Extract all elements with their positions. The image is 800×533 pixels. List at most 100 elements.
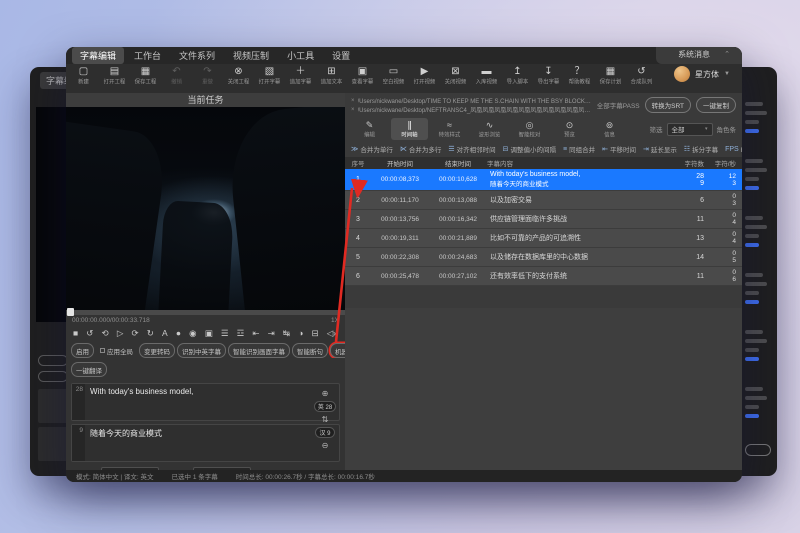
player-control-3[interactable]: ▷ <box>117 326 124 340</box>
pill-识别中英字幕[interactable]: 识别中英字幕 <box>177 343 226 358</box>
operation-调整偏小的间隔[interactable]: ⊟调整偏小的间隔 <box>503 144 556 154</box>
menu-item-文件系列[interactable]: 文件系列 <box>171 47 223 64</box>
pill-变更转码[interactable]: 变更转码 <box>139 343 175 358</box>
operation-对齐相邻时间[interactable]: ☰对齐相邻时间 <box>448 144 495 154</box>
table-row[interactable]: 100:00:08,37300:00:10,628With today's bu… <box>345 169 742 191</box>
toolbar-button-导出字幕[interactable]: ↧导出字幕 <box>533 64 564 86</box>
toolbar-button-入库视频[interactable]: ▬入库视频 <box>471 64 502 86</box>
menu-item-字幕编辑[interactable]: 字幕编辑 <box>72 47 124 64</box>
filter-extra-label[interactable]: 角色条 <box>717 124 737 134</box>
system-message-bar[interactable]: 系统消息 ⌃ <box>656 47 742 64</box>
operation-合并为单行[interactable]: ≫合并为单行 <box>351 144 393 154</box>
menu-item-小工具[interactable]: 小工具 <box>279 47 322 64</box>
toolbar-button-打开视频[interactable]: ▶打开视频 <box>409 64 440 86</box>
line1-text[interactable]: With today's business model, <box>85 384 339 420</box>
background-button <box>745 444 771 456</box>
tab-信息[interactable]: ⊚信息 <box>591 118 628 140</box>
table-row[interactable]: 600:00:25,47800:00:27,102还有效率低下的支付系统1106 <box>345 267 742 286</box>
operation-延长显示[interactable]: ⇥延长显示 <box>643 144 677 154</box>
player-control-10[interactable]: ☰ <box>221 326 229 340</box>
player-control-11[interactable]: ☲ <box>237 326 245 340</box>
playback-speed[interactable]: 1X <box>331 317 339 324</box>
table-row[interactable]: 300:00:13,75600:00:16,342供应链管理面临许多挑战1104 <box>345 210 742 229</box>
toolbar-button-追加字幕[interactable]: ＋追加字幕 <box>285 64 316 86</box>
background-bar <box>745 291 759 295</box>
tab-编辑[interactable]: ✎编辑 <box>351 118 388 140</box>
pill-应用全局[interactable]: 应用全局 <box>96 344 137 357</box>
checkbox-icon[interactable] <box>100 348 105 353</box>
toolbar-button-新建[interactable]: ▢新建 <box>68 64 99 86</box>
swap-lines-icon[interactable]: ⇅ <box>322 415 329 424</box>
collapse-icon[interactable]: ⌃ <box>724 50 730 58</box>
account-menu[interactable]: 星方体 ▼ <box>674 66 730 82</box>
player-control-17[interactable]: ◁» <box>327 326 338 340</box>
pill-机器翻译平台[interactable]: 机器翻译平台 <box>330 343 345 358</box>
toolbar-button-导入脚本[interactable]: ↥导入脚本 <box>502 64 533 86</box>
menu-item-视频压制[interactable]: 视频压制 <box>225 47 277 64</box>
menu-item-工作台[interactable]: 工作台 <box>126 47 169 64</box>
toolbar-icon: ⊠ <box>440 66 471 77</box>
zoom-out-icon[interactable]: ⊖ <box>322 441 329 450</box>
toolbar-button-保存计划[interactable]: ▦保存计划 <box>595 64 626 86</box>
player-control-13[interactable]: ⇥ <box>268 326 275 340</box>
pill-启用[interactable]: 启用 <box>71 343 94 358</box>
seek-handle[interactable] <box>67 308 74 316</box>
tab-label: 编辑 <box>353 130 386 138</box>
player-control-1[interactable]: ↺ <box>86 326 93 340</box>
seek-bar[interactable] <box>66 310 345 315</box>
table-row[interactable]: 400:00:19,31100:00:21,889比如不可靠的产品的可追溯性13… <box>345 229 742 248</box>
player-control-5[interactable]: ↻ <box>147 326 154 340</box>
filter-select[interactable]: 全部 ▾ <box>667 123 713 136</box>
toolbar-button-关闭工程[interactable]: ⊗关闭工程 <box>223 64 254 86</box>
tab-波形浏览[interactable]: ∿波形浏览 <box>471 118 508 140</box>
operation-FPS转换[interactable]: FPSFPS转换 <box>725 144 742 154</box>
player-control-7[interactable]: ● <box>176 326 181 340</box>
player-control-8[interactable]: ◉ <box>189 326 196 340</box>
tab-预览[interactable]: ⊙预览 <box>551 118 588 140</box>
toolbar-label: 重做 <box>194 77 222 85</box>
operation-同组合并[interactable]: ≡同组合并 <box>563 144 595 154</box>
line2-text[interactable]: 随着今天的商业模式 <box>85 425 339 461</box>
copy-all-button[interactable]: 一键复制 <box>696 97 736 113</box>
tab-时间轴[interactable]: ∥时间轴 <box>391 118 428 140</box>
pill-智能断句[interactable]: 智能断句 <box>292 343 328 358</box>
video-preview[interactable] <box>66 107 345 310</box>
toolbar-button-查看字幕[interactable]: ▣查看字幕 <box>347 64 378 86</box>
player-control-14[interactable]: ↹ <box>283 326 290 340</box>
source-line-box[interactable]: 28 With today's business model, <box>71 383 340 421</box>
toolbar-button-追加文本[interactable]: ⊞追加文本 <box>316 64 347 86</box>
operation-拆分字幕[interactable]: ☷拆分字幕 <box>684 144 718 154</box>
toolbar-button-合成队列[interactable]: ↺合成队列 <box>626 64 657 86</box>
toolbar-button-保存工程[interactable]: ▦保存工程 <box>130 64 161 86</box>
remove-path-icon[interactable]: × <box>351 107 355 113</box>
player-control-4[interactable]: ⟳ <box>132 326 139 340</box>
translation-line-box[interactable]: 9 随着今天的商业模式 <box>71 424 340 462</box>
tab-特效样式[interactable]: ≈特效样式 <box>431 118 468 140</box>
tab-智能校对[interactable]: ◎智能校对 <box>511 118 548 140</box>
table-row[interactable]: 500:00:22,30800:00:24,683以及储存在数据库里的中心数据1… <box>345 248 742 267</box>
player-control-9[interactable]: ▣ <box>205 326 213 340</box>
table-row[interactable]: 200:00:11,17000:00:13,088以及加密交易603 <box>345 191 742 210</box>
menu-item-设置[interactable]: 设置 <box>324 47 358 64</box>
convert-srt-button[interactable]: 转换为SRT <box>645 97 691 113</box>
player-control-16[interactable]: ⊟ <box>311 326 318 340</box>
translate-all-button[interactable]: 一键翻译 <box>71 362 107 377</box>
toolbar-button-打开工程[interactable]: ▤打开工程 <box>99 64 130 86</box>
toolbar-button-帮助教程[interactable]: ？帮助教程 <box>564 64 595 86</box>
toolbar-button-空白视频[interactable]: ▭空白视频 <box>378 64 409 86</box>
operation-平移时间[interactable]: ⇤平移时间 <box>602 144 636 154</box>
operation-合并为多行[interactable]: ⋉合并为多行 <box>400 144 442 154</box>
player-control-6[interactable]: A <box>162 326 168 340</box>
pill-智能识别画面字幕[interactable]: 智能识别画面字幕 <box>228 343 290 358</box>
player-control-12[interactable]: ⇤ <box>252 326 259 340</box>
zoom-in-icon[interactable]: ⊕ <box>322 389 329 398</box>
cps-value: 0 <box>715 269 736 276</box>
remove-path-icon[interactable]: × <box>351 98 355 104</box>
player-control-2[interactable]: ⟲ <box>102 326 109 340</box>
toolbar-button-关闭视频[interactable]: ⊠关闭视频 <box>440 64 471 86</box>
player-control-0[interactable]: ■ <box>73 326 78 340</box>
player-control-15[interactable]: ◑ <box>298 326 303 340</box>
toolbar-button-打开字幕[interactable]: ▧打开字幕 <box>254 64 285 86</box>
char-count-value: 11 <box>679 273 704 280</box>
avatar[interactable] <box>674 66 690 82</box>
